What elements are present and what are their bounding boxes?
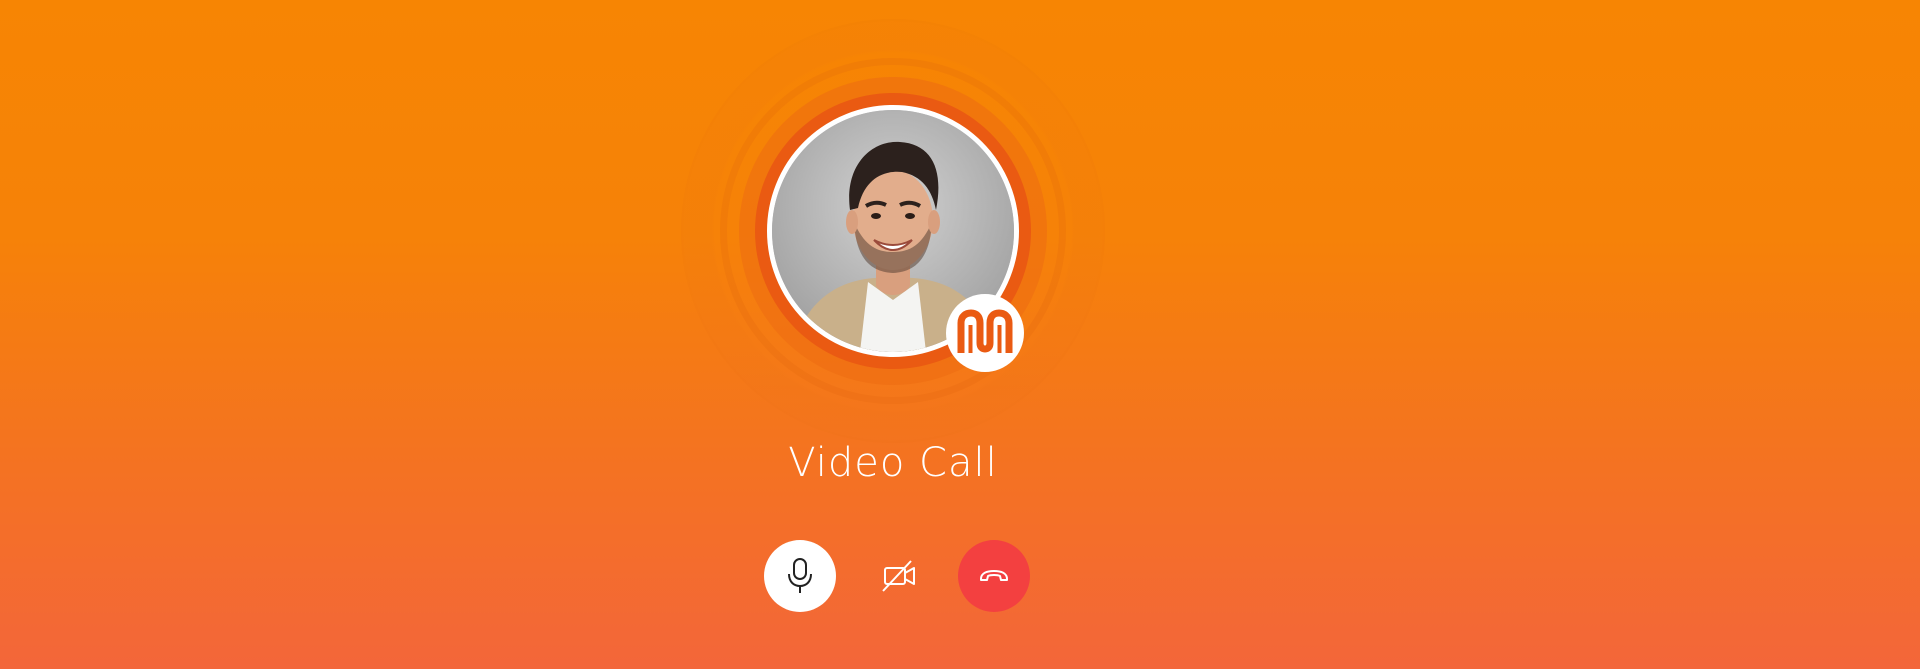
end-call-button[interactable] — [958, 540, 1030, 612]
toggle-video-button[interactable] — [863, 540, 935, 612]
phone-hangup-icon — [980, 570, 1008, 581]
microphone-icon — [788, 558, 812, 593]
video-call-screen: Video Call — [0, 0, 1920, 669]
brand-logo-icon — [957, 309, 1013, 353]
video-off-icon — [882, 560, 915, 592]
call-controls — [0, 540, 1920, 614]
mute-button[interactable] — [764, 540, 836, 612]
brand-badge — [946, 294, 1024, 372]
call-title: Video Call — [788, 440, 998, 486]
